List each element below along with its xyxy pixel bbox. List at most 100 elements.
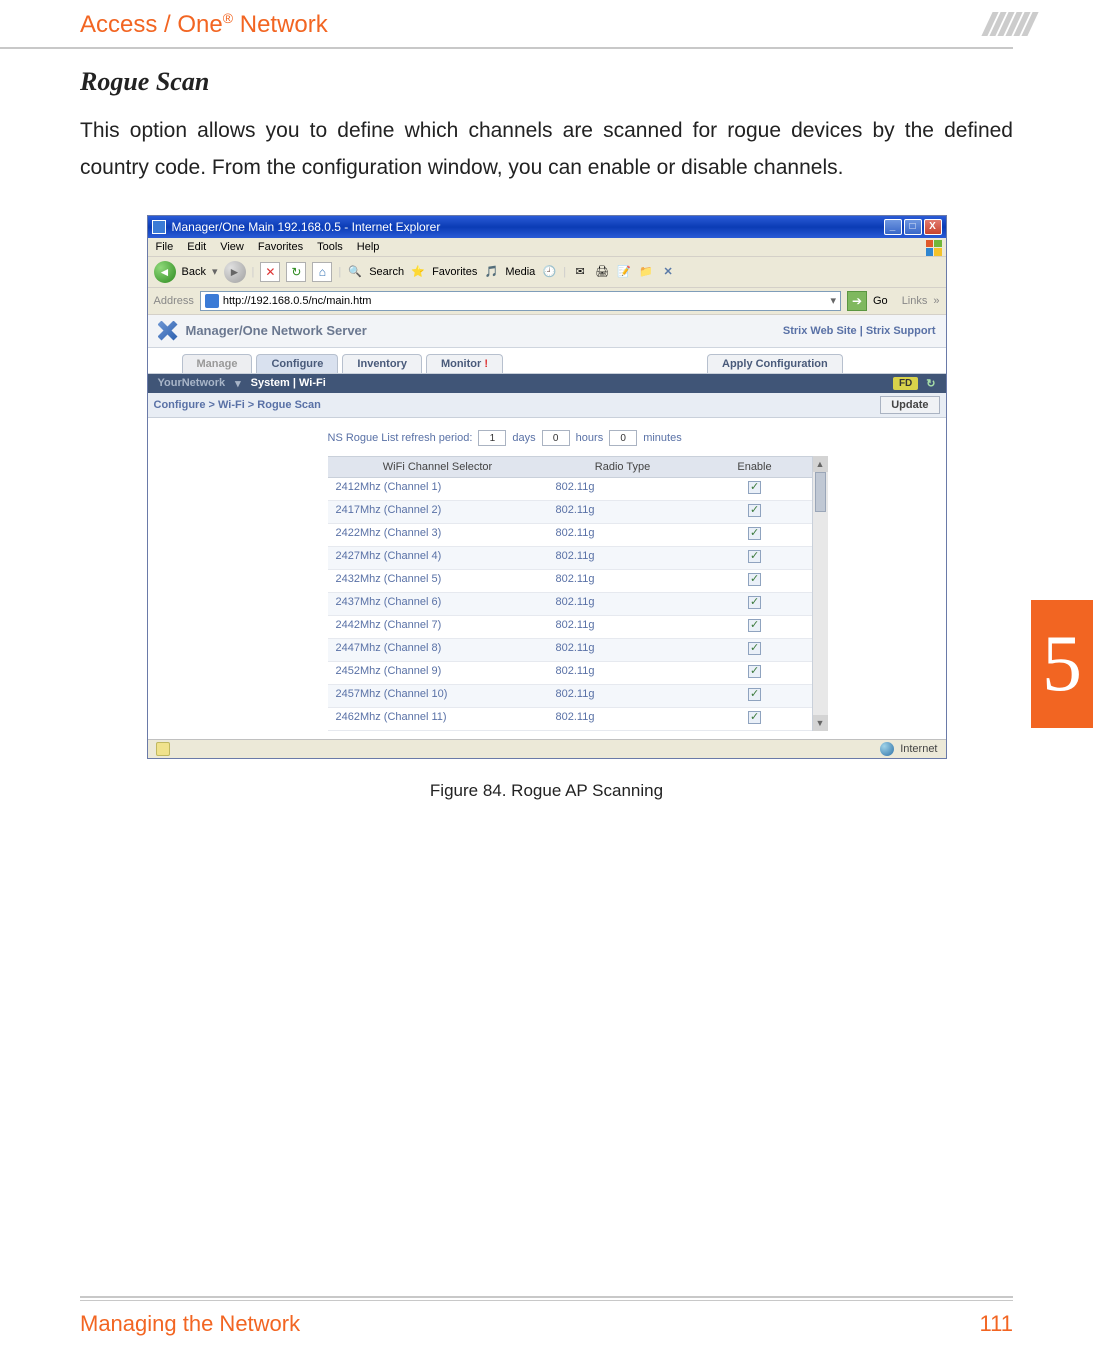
header-title-post: Network xyxy=(233,11,328,38)
internet-icon xyxy=(880,742,894,756)
minutes-input[interactable]: 0 xyxy=(609,430,637,446)
cell-channel: 2417Mhz (Channel 2) xyxy=(328,501,548,523)
subnav-items[interactable]: System | Wi-Fi xyxy=(251,377,326,389)
network-name[interactable]: YourNetwork xyxy=(158,377,226,389)
folder-icon[interactable]: 📁 xyxy=(638,264,654,280)
scroll-thumb[interactable] xyxy=(815,472,826,512)
section-title: Rogue Scan xyxy=(80,67,1013,97)
cell-channel: 2437Mhz (Channel 6) xyxy=(328,593,548,615)
menu-view[interactable]: View xyxy=(220,241,244,253)
favorites-button-label[interactable]: Favorites xyxy=(432,266,477,278)
enable-checkbox[interactable] xyxy=(748,481,761,494)
table-row: 2447Mhz (Channel 8)802.11g xyxy=(328,639,812,662)
page-footer: Managing the Network 111 xyxy=(80,1296,1013,1337)
strix-x-icon[interactable]: ✕ xyxy=(660,264,676,280)
enable-checkbox[interactable] xyxy=(748,665,761,678)
hours-label: hours xyxy=(576,432,604,444)
toolbar: ◄ Back ▾ ► | ✕ ↻ ⌂ | 🔍 Search ⭐ Favorite… xyxy=(148,256,946,288)
back-icon[interactable]: ◄ xyxy=(154,261,176,283)
menu-tools[interactable]: Tools xyxy=(317,241,343,253)
links-label[interactable]: Links xyxy=(902,295,928,307)
apply-configuration-button[interactable]: Apply Configuration xyxy=(707,354,843,373)
mail-icon[interactable]: ✉ xyxy=(572,264,588,280)
table-row: 2442Mhz (Channel 7)802.11g xyxy=(328,616,812,639)
scroll-up-icon[interactable]: ▲ xyxy=(813,456,828,472)
strix-logo-icon xyxy=(158,321,178,341)
favorites-icon[interactable]: ⭐ xyxy=(410,264,426,280)
go-button-icon[interactable]: ➔ xyxy=(847,291,867,311)
days-input[interactable]: 1 xyxy=(478,430,506,446)
menu-help[interactable]: Help xyxy=(357,241,380,253)
address-input[interactable]: http://192.168.0.5/nc/main.htm ▾ xyxy=(200,291,841,311)
edit-icon[interactable]: 📝 xyxy=(616,264,632,280)
enable-checkbox[interactable] xyxy=(748,573,761,586)
enable-checkbox[interactable] xyxy=(748,688,761,701)
tab-monitor[interactable]: Monitor ! xyxy=(426,354,503,373)
search-button-label[interactable]: Search xyxy=(369,266,404,278)
footer-divider-bottom xyxy=(80,1300,1013,1301)
home-icon[interactable]: ⌂ xyxy=(312,262,332,282)
enable-checkbox[interactable] xyxy=(748,711,761,724)
maximize-button[interactable]: □ xyxy=(904,219,922,235)
minimize-button[interactable]: _ xyxy=(884,219,902,235)
cell-enable xyxy=(698,478,812,500)
app-header-links[interactable]: Strix Web Site | Strix Support xyxy=(783,325,936,337)
header-radio: Radio Type xyxy=(548,457,698,477)
cell-radio: 802.11g xyxy=(548,524,698,546)
table-row: 2457Mhz (Channel 10)802.11g xyxy=(328,685,812,708)
stop-icon[interactable]: ✕ xyxy=(260,262,280,282)
cell-radio: 802.11g xyxy=(548,685,698,707)
enable-checkbox[interactable] xyxy=(748,596,761,609)
menu-bar: File Edit View Favorites Tools Help xyxy=(148,238,946,256)
search-icon[interactable]: 🔍 xyxy=(347,264,363,280)
page-number: 111 xyxy=(980,1311,1013,1337)
cell-enable xyxy=(698,662,812,684)
print-icon[interactable]: 🖨 xyxy=(594,264,610,280)
figure-container: Manager/One Main 192.168.0.5 - Internet … xyxy=(80,215,1013,801)
table-row: 2412Mhz (Channel 1)802.11g xyxy=(328,478,812,501)
address-url: http://192.168.0.5/nc/main.htm xyxy=(223,295,372,307)
vertical-scrollbar[interactable]: ▲ ▼ xyxy=(812,456,828,731)
window-title: Manager/One Main 192.168.0.5 - Internet … xyxy=(172,220,441,234)
breadcrumb-bar: Configure > Wi-Fi > Rogue Scan Update xyxy=(148,393,946,418)
back-button-label[interactable]: Back xyxy=(182,266,206,278)
enable-checkbox[interactable] xyxy=(748,550,761,563)
footer-divider-top xyxy=(80,1296,1013,1298)
hours-input[interactable]: 0 xyxy=(542,430,570,446)
cell-enable xyxy=(698,685,812,707)
table-row: 2417Mhz (Channel 2)802.11g xyxy=(328,501,812,524)
update-button[interactable]: Update xyxy=(880,396,939,414)
menu-file[interactable]: File xyxy=(156,241,174,253)
tab-inventory[interactable]: Inventory xyxy=(342,354,422,373)
cell-enable xyxy=(698,524,812,546)
menu-favorites[interactable]: Favorites xyxy=(258,241,303,253)
cell-channel: 2442Mhz (Channel 7) xyxy=(328,616,548,638)
history-icon[interactable]: 🕘 xyxy=(541,264,557,280)
refresh-icon[interactable]: ↻ xyxy=(286,262,306,282)
tab-manage[interactable]: Manage xyxy=(182,354,253,373)
close-button[interactable]: X xyxy=(924,219,942,235)
menu-edit[interactable]: Edit xyxy=(187,241,206,253)
table-header-row: WiFi Channel Selector Radio Type Enable xyxy=(328,456,812,478)
cell-enable xyxy=(698,501,812,523)
table-row: 2452Mhz (Channel 9)802.11g xyxy=(328,662,812,685)
tab-configure[interactable]: Configure xyxy=(256,354,338,373)
cell-enable xyxy=(698,570,812,592)
media-icon[interactable]: 🎵 xyxy=(483,264,499,280)
cell-channel: 2427Mhz (Channel 4) xyxy=(328,547,548,569)
cell-radio: 802.11g xyxy=(548,662,698,684)
enable-checkbox[interactable] xyxy=(748,642,761,655)
channel-table-wrap: WiFi Channel Selector Radio Type Enable … xyxy=(328,456,828,731)
header-title-pre: Access / One xyxy=(80,11,223,38)
address-dropdown-icon[interactable]: ▾ xyxy=(830,294,836,307)
forward-icon[interactable]: ► xyxy=(224,261,246,283)
scroll-down-icon[interactable]: ▼ xyxy=(813,715,828,731)
enable-checkbox[interactable] xyxy=(748,619,761,632)
media-button-label[interactable]: Media xyxy=(505,266,535,278)
enable-checkbox[interactable] xyxy=(748,527,761,540)
cell-enable xyxy=(698,616,812,638)
cell-radio: 802.11g xyxy=(548,570,698,592)
subnav-refresh-icon[interactable]: ↻ xyxy=(926,377,935,390)
enable-checkbox[interactable] xyxy=(748,504,761,517)
go-button-label[interactable]: Go xyxy=(873,295,888,307)
